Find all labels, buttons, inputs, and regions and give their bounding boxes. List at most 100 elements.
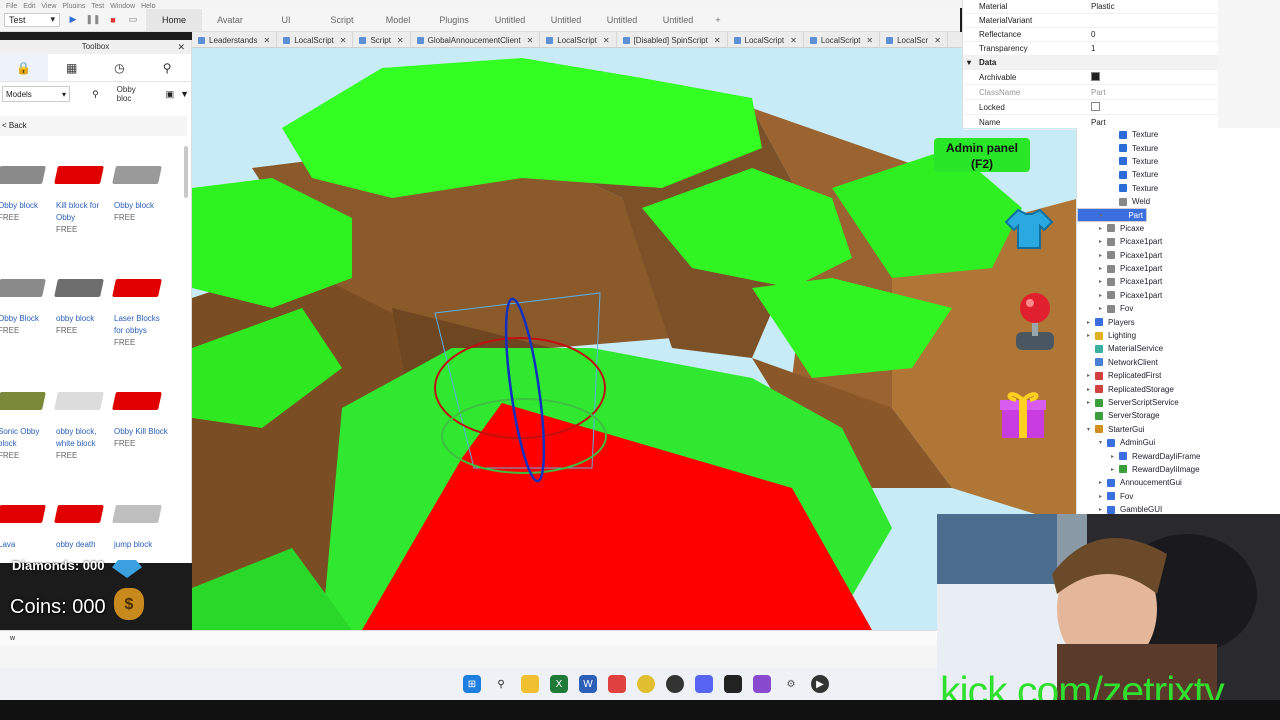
ribbon-tab[interactable]: Model bbox=[370, 9, 426, 31]
close-icon[interactable]: ✕ bbox=[263, 36, 270, 45]
media-icon[interactable]: ▶ bbox=[811, 675, 829, 693]
pause-icon[interactable]: ❚❚ bbox=[85, 13, 100, 27]
property-value[interactable] bbox=[1075, 71, 1218, 83]
chevron-right-icon[interactable]: ▸ bbox=[1099, 238, 1107, 245]
explorer-item[interactable]: ▸ Fov bbox=[1077, 302, 1280, 315]
chevron-right-icon[interactable]: ▸ bbox=[1087, 319, 1095, 326]
explorer-item[interactable]: ▸ Picaxe1part bbox=[1077, 262, 1280, 275]
chevron-right-icon[interactable]: ▸ bbox=[1099, 292, 1107, 299]
chevron-right-icon[interactable]: ▸ bbox=[1111, 453, 1119, 460]
property-value[interactable]: 1 bbox=[1075, 44, 1218, 53]
back-button[interactable]: < Back bbox=[0, 116, 187, 136]
play-icon[interactable]: ▶ bbox=[66, 13, 80, 27]
chevron-right-icon[interactable]: ▸ bbox=[1087, 372, 1095, 379]
chevron-right-icon[interactable]: ▸ bbox=[1087, 386, 1095, 393]
filter-icon[interactable]: ▼ bbox=[180, 89, 189, 99]
chevron-right-icon[interactable]: ▸ bbox=[1100, 212, 1108, 219]
close-icon[interactable]: ✕ bbox=[934, 36, 941, 45]
chevron-right-icon[interactable]: ▸ bbox=[1087, 332, 1095, 339]
explorer-item[interactable]: Weld bbox=[1077, 195, 1280, 208]
admin-panel-button[interactable]: Admin panel (F2) bbox=[934, 138, 1030, 172]
property-row[interactable]: MaterialVariant bbox=[963, 14, 1218, 28]
property-section-data[interactable]: ▾ Data bbox=[963, 56, 1218, 70]
chevron-right-icon[interactable]: ▸ bbox=[1099, 265, 1107, 272]
explorer-item[interactable]: ▾ AdminGui bbox=[1077, 436, 1280, 449]
chevron-right-icon[interactable]: ▸ bbox=[1099, 305, 1107, 312]
explorer-item[interactable]: NetworkClient bbox=[1077, 356, 1280, 369]
chevron-right-icon[interactable]: ▸ bbox=[1087, 399, 1095, 406]
document-tab[interactable]: [Disabled] SpinScript ✕ bbox=[617, 32, 728, 47]
property-value[interactable] bbox=[1075, 101, 1218, 113]
asset-card[interactable]: Laser Blocks for obbys FREE bbox=[112, 271, 170, 349]
property-value[interactable]: 0 bbox=[1075, 30, 1218, 39]
ribbon-tab[interactable]: Avatar bbox=[202, 9, 258, 31]
ribbon-tab[interactable]: Home bbox=[146, 8, 202, 31]
property-value[interactable]: Part bbox=[1075, 118, 1218, 127]
ribbon-tab[interactable]: Untitled bbox=[538, 9, 594, 31]
document-tab[interactable]: Leaderstands ✕ bbox=[192, 32, 278, 47]
explorer-item[interactable]: ▸ Picaxe1part bbox=[1077, 289, 1280, 302]
stop-icon[interactable]: ■ bbox=[106, 13, 120, 27]
joystick-icon[interactable] bbox=[1010, 290, 1060, 354]
close-icon[interactable]: ✕ bbox=[714, 36, 721, 45]
obs-icon[interactable] bbox=[666, 675, 684, 693]
explorer-item[interactable]: ▸ Part bbox=[1077, 208, 1147, 222]
asset-card[interactable]: Obby block FREE bbox=[0, 158, 54, 224]
chevron-right-icon[interactable]: ▸ bbox=[1099, 506, 1107, 513]
close-icon[interactable]: ✕ bbox=[397, 36, 404, 45]
chevron-right-icon[interactable]: ▸ bbox=[1099, 278, 1107, 285]
mode-select[interactable]: Test ▾ bbox=[4, 12, 60, 27]
explorer-item[interactable]: ▸ Fov bbox=[1077, 490, 1280, 503]
toolbox-scrollbar[interactable] bbox=[184, 146, 188, 198]
creations-icon[interactable]: ⚲ bbox=[143, 54, 191, 81]
asset-card[interactable]: jump block bbox=[112, 497, 170, 551]
checkbox[interactable] bbox=[1091, 71, 1100, 81]
explorer-item[interactable]: ▸ Lighting bbox=[1077, 329, 1280, 342]
chevron-right-icon[interactable]: ▸ bbox=[1099, 225, 1107, 232]
explorer-item[interactable]: ▸ Players bbox=[1077, 315, 1280, 328]
explorer-item[interactable]: ▾ StarterGui bbox=[1077, 423, 1280, 436]
chevron-right-icon[interactable]: ▸ bbox=[1099, 493, 1107, 500]
document-tab[interactable]: LocalScr ✕ bbox=[880, 32, 948, 47]
document-tab[interactable]: Script ✕ bbox=[353, 32, 411, 47]
explorer-item[interactable]: ServerStorage bbox=[1077, 409, 1280, 422]
recent-icon[interactable]: ◷ bbox=[96, 54, 144, 81]
explorer-item[interactable]: ▸ Picaxe1part bbox=[1077, 235, 1280, 248]
command-bar[interactable]: w bbox=[0, 630, 937, 646]
explorer-item[interactable]: MaterialService bbox=[1077, 342, 1280, 355]
explorer-item[interactable]: Texture bbox=[1077, 182, 1280, 195]
shirt-icon[interactable] bbox=[1004, 206, 1054, 252]
close-icon[interactable]: ✕ bbox=[340, 36, 347, 45]
discord-icon[interactable] bbox=[695, 675, 713, 693]
ribbon-tab[interactable]: UI bbox=[258, 9, 314, 31]
property-row[interactable]: Locked bbox=[963, 100, 1218, 115]
excel-icon[interactable]: X bbox=[550, 675, 568, 693]
explorer-item[interactable]: ▸ ReplicatedFirst bbox=[1077, 369, 1280, 382]
ribbon-tab[interactable]: Untitled bbox=[650, 9, 706, 31]
document-tab[interactable]: GlobalAnnoucementClient ✕ bbox=[411, 32, 541, 47]
explorer-item[interactable]: Texture bbox=[1077, 155, 1280, 168]
explorer-item[interactable]: Texture bbox=[1077, 141, 1280, 154]
roblox-studio-icon[interactable] bbox=[724, 675, 742, 693]
word-icon[interactable]: W bbox=[579, 675, 597, 693]
document-tab[interactable]: LocalScript ✕ bbox=[728, 32, 804, 47]
asset-card[interactable]: obby block, white block FREE bbox=[54, 384, 112, 462]
explorer-item[interactable]: Texture bbox=[1077, 168, 1280, 181]
search-input[interactable]: Obby bloc bbox=[117, 85, 152, 103]
property-row[interactable]: Reflectance 0 bbox=[963, 28, 1218, 42]
property-row[interactable]: Transparency 1 bbox=[963, 42, 1218, 56]
windows-start-icon[interactable]: ⊞ bbox=[463, 675, 481, 693]
asset-card[interactable]: Obby Block FREE bbox=[0, 271, 54, 337]
asset-card[interactable]: Sonic Obby block FREE bbox=[0, 384, 54, 462]
explorer-item[interactable]: ▸ AnnoucementGui bbox=[1077, 476, 1280, 489]
asset-card[interactable]: Obby Kill Block FREE bbox=[112, 384, 170, 450]
document-tab[interactable]: LocalScript ✕ bbox=[804, 32, 881, 47]
explorer-item[interactable]: ▸ RewardDayliImage bbox=[1077, 463, 1280, 476]
ribbon-tab[interactable]: Plugins bbox=[426, 9, 482, 31]
chrome-icon[interactable] bbox=[637, 675, 655, 693]
property-value[interactable]: Plastic bbox=[1075, 2, 1218, 11]
explorer-item[interactable]: ▸ ReplicatedStorage bbox=[1077, 382, 1280, 395]
property-row[interactable]: Archivable bbox=[963, 70, 1218, 85]
property-value[interactable]: Part bbox=[1075, 88, 1218, 97]
close-icon[interactable]: ✕ bbox=[790, 36, 797, 45]
